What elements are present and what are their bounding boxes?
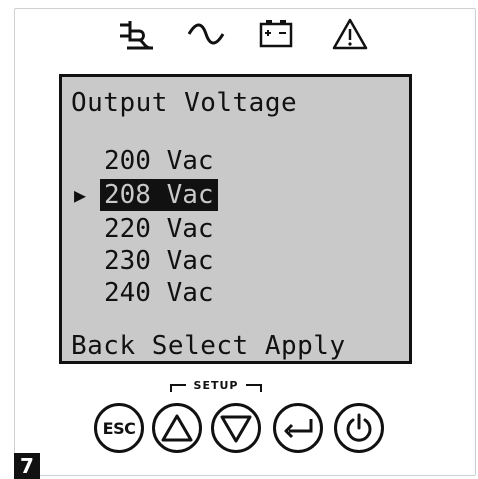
ac-wave-icon — [187, 23, 225, 45]
status-icon-row — [0, 16, 478, 56]
triangle-up-icon — [161, 414, 193, 442]
warning-icon — [332, 18, 368, 50]
selection-pointer-icon: ▶ — [74, 183, 87, 207]
triangle-down-icon — [220, 415, 252, 443]
battery-icon — [259, 20, 293, 48]
power-icon — [346, 413, 372, 442]
voltage-option-208[interactable]: 208 Vac — [100, 179, 218, 211]
voltage-option-230[interactable]: 230 Vac — [100, 245, 218, 277]
lcd-footer-softkeys: Back Select Apply — [71, 331, 346, 361]
lcd-screen: Output Voltage ▶ 200 Vac 208 Vac 220 Vac… — [59, 74, 412, 364]
plug-icon — [120, 21, 153, 50]
enter-icon — [284, 419, 313, 439]
power-button[interactable] — [334, 403, 384, 453]
setup-label: SETUP — [193, 379, 239, 392]
lcd-title: Output Voltage — [71, 88, 298, 118]
voltage-option-220[interactable]: 220 Vac — [100, 213, 218, 245]
voltage-option-200[interactable]: 200 Vac — [100, 145, 218, 177]
figure-number-badge: 7 — [14, 453, 40, 479]
esc-button[interactable]: ESC — [94, 403, 144, 453]
voltage-option-240[interactable]: 240 Vac — [100, 277, 218, 309]
down-button[interactable] — [211, 403, 261, 453]
up-button[interactable] — [152, 403, 202, 453]
enter-button[interactable] — [273, 403, 323, 453]
esc-button-label: ESC — [102, 418, 136, 438]
